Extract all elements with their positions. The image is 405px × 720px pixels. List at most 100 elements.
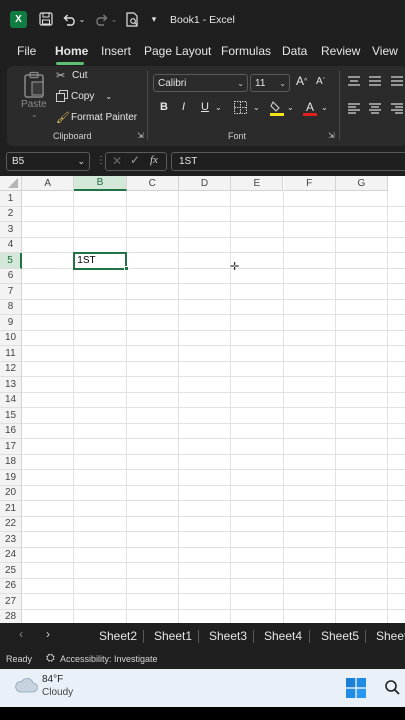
tab-insert[interactable]: Insert: [101, 44, 131, 58]
formula-input[interactable]: 1ST: [171, 152, 405, 171]
fill-handle[interactable]: [123, 265, 129, 271]
enter-icon[interactable]: ✓: [130, 153, 140, 167]
column-header-f[interactable]: F: [283, 176, 336, 191]
row-header-15[interactable]: 15: [0, 408, 22, 424]
font-color-icon[interactable]: A: [303, 100, 317, 116]
column-header-d[interactable]: D: [178, 176, 232, 191]
paste-dropdown-icon[interactable]: ⌄: [31, 110, 38, 119]
row-header-20[interactable]: 20: [0, 485, 22, 501]
align-left-icon[interactable]: [347, 103, 361, 114]
font-launcher-icon[interactable]: ⇲: [328, 131, 335, 140]
redo-dropdown-icon[interactable]: ⌄: [110, 10, 118, 28]
insert-function-button[interactable]: fx: [150, 154, 158, 166]
increase-font-size-icon[interactable]: A ^: [296, 74, 307, 88]
row-header-2[interactable]: 2: [0, 206, 22, 222]
tab-review[interactable]: Review: [321, 44, 360, 58]
tab-page-layout[interactable]: Page Layout: [144, 44, 211, 58]
paste-icon[interactable]: [20, 70, 48, 100]
column-header-c[interactable]: C: [126, 176, 179, 191]
row-header-11[interactable]: 11: [0, 346, 22, 362]
column-header-a[interactable]: A: [22, 176, 75, 191]
fill-color-dropdown-icon[interactable]: ⌄: [287, 103, 294, 112]
row-header-10[interactable]: 10: [0, 330, 22, 346]
row-header-6[interactable]: 6: [0, 268, 22, 284]
row-header-12[interactable]: 12: [0, 361, 22, 377]
row-header-1[interactable]: 1: [0, 191, 22, 207]
bold-button[interactable]: B: [160, 101, 168, 113]
weather-temp[interactable]: 84°F: [42, 674, 63, 685]
sheet-tab-sheet5[interactable]: Sheet5: [321, 629, 359, 643]
row-header-3[interactable]: 3: [0, 222, 22, 238]
font-size-combo[interactable]: 11 ⌄: [250, 74, 290, 92]
tab-home[interactable]: Home: [55, 44, 88, 58]
borders-dropdown-icon[interactable]: ⌄: [253, 103, 260, 112]
accessibility-status[interactable]: Accessibility: Investigate: [60, 654, 158, 664]
row-header-14[interactable]: 14: [0, 392, 22, 408]
borders-icon[interactable]: [234, 101, 247, 114]
tab-formulas[interactable]: Formulas: [221, 44, 271, 58]
row-header-22[interactable]: 22: [0, 516, 22, 532]
sheet-tab-sheet2[interactable]: Sheet2: [99, 629, 137, 643]
row-header-26[interactable]: 26: [0, 578, 22, 594]
row-header-21[interactable]: 21: [0, 501, 22, 517]
weather-condition[interactable]: Cloudy: [42, 687, 73, 698]
cut-button[interactable]: ✂ Cut: [56, 69, 88, 82]
save-icon[interactable]: [37, 10, 55, 28]
customize-toolbar-icon[interactable]: ▾: [148, 10, 160, 28]
align-right-icon[interactable]: [390, 103, 404, 114]
select-all-corner[interactable]: [0, 176, 22, 191]
top-align-icon[interactable]: [347, 76, 361, 86]
row-header-24[interactable]: 24: [0, 547, 22, 563]
underline-button[interactable]: U: [201, 101, 209, 113]
next-sheet-icon[interactable]: ›: [46, 627, 50, 641]
sheet-tab-sheet4[interactable]: Sheet4: [264, 629, 302, 643]
tab-data[interactable]: Data: [282, 44, 307, 58]
column-header-g[interactable]: G: [335, 176, 389, 191]
row-header-4[interactable]: 4: [0, 237, 22, 253]
row-header-8[interactable]: 8: [0, 299, 22, 315]
row-header-19[interactable]: 19: [0, 470, 22, 486]
middle-align-icon[interactable]: [368, 76, 382, 86]
copy-dropdown-icon[interactable]: ⌄: [105, 92, 112, 101]
font-color-dropdown-icon[interactable]: ⌄: [321, 103, 328, 112]
worksheet-grid[interactable]: A B C D E F G 1 2 3 4 5 6 7 8 9 10 11 12 13 14 15 16 17 18 19 20 21…: [0, 176, 405, 623]
column-header-b[interactable]: B: [74, 176, 127, 191]
undo-dropdown-icon[interactable]: ⌄: [78, 10, 86, 28]
prev-sheet-icon[interactable]: ‹: [19, 627, 23, 641]
row-header-7[interactable]: 7: [0, 284, 22, 300]
row-header-5[interactable]: 5: [0, 253, 22, 269]
row-header-27[interactable]: 27: [0, 594, 22, 610]
row-header-25[interactable]: 25: [0, 563, 22, 579]
fill-color-icon[interactable]: [270, 100, 284, 116]
search-icon[interactable]: [384, 679, 400, 700]
font-name-combo[interactable]: Calibri ⌄: [153, 74, 248, 92]
sheet-tab-sheet6[interactable]: Sheet6: [376, 629, 405, 643]
column-header-e[interactable]: E: [231, 176, 284, 191]
row-header-28[interactable]: 28: [0, 609, 22, 623]
row-header-16[interactable]: 16: [0, 423, 22, 439]
row-header-18[interactable]: 18: [0, 454, 22, 470]
row-header-13[interactable]: 13: [0, 377, 22, 393]
cancel-icon[interactable]: ✕: [112, 154, 122, 168]
print-preview-icon[interactable]: [124, 10, 140, 28]
row-header-9[interactable]: 9: [0, 315, 22, 331]
active-cell-b5[interactable]: 1ST: [73, 252, 127, 270]
windows-start-icon[interactable]: [346, 678, 366, 703]
tab-file[interactable]: File: [17, 44, 36, 58]
name-box[interactable]: B5 ⌄: [6, 152, 90, 171]
align-center-icon[interactable]: [368, 103, 382, 114]
paste-label[interactable]: Paste: [21, 99, 47, 110]
row-header-23[interactable]: 23: [0, 532, 22, 548]
redo-icon[interactable]: [92, 10, 110, 28]
sheet-tab-sheet1[interactable]: Sheet1: [154, 629, 192, 643]
clipboard-launcher-icon[interactable]: ⇲: [137, 131, 144, 140]
underline-dropdown-icon[interactable]: ⌄: [215, 103, 222, 112]
bottom-align-icon[interactable]: [390, 76, 404, 86]
undo-icon[interactable]: [60, 10, 78, 28]
italic-button[interactable]: I: [182, 101, 185, 113]
decrease-font-size-icon[interactable]: Aˇ: [316, 76, 325, 87]
format-painter-button[interactable]: 🖌 Format Painter: [56, 111, 137, 124]
row-header-17[interactable]: 17: [0, 439, 22, 455]
tab-view[interactable]: View: [372, 44, 398, 58]
copy-button[interactable]: Copy ⌄: [56, 90, 112, 102]
